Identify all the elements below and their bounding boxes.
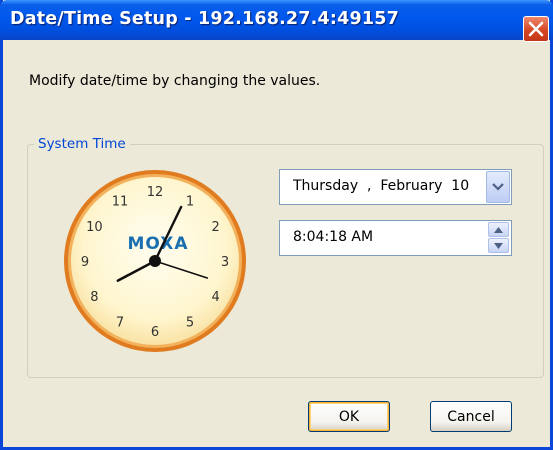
close-icon [528,21,544,37]
chevron-down-icon [492,183,504,191]
date-dropdown-button[interactable] [486,171,510,203]
date-value: Thursday , February 10 [293,178,470,194]
moxa-logo: MOXA [127,234,188,254]
group-label: System Time [34,136,130,152]
clock-number-9: 9 [81,255,89,270]
window-title: Date/Time Setup - 192.168.27.4:49157 [10,9,399,29]
close-button[interactable] [523,16,549,42]
ok-button[interactable]: OK [308,401,390,432]
clock-number-6: 6 [151,325,159,340]
clock-number-10: 10 [86,220,103,235]
spin-up-icon [494,227,503,233]
time-value: 8:04:18 AM [293,229,374,245]
spin-down-icon [494,243,503,249]
time-picker[interactable]: 8:04:18 AM [279,220,512,256]
clock-number-1: 1 [186,194,194,209]
clock-center-hub [149,255,161,267]
clock-number-7: 7 [116,316,124,331]
instruction-text: Modify date/time by changing the values. [29,73,321,89]
date-picker[interactable]: Thursday , February 10 [279,169,512,205]
clock-number-3: 3 [221,255,229,270]
title-bar[interactable]: Date/Time Setup - 192.168.27.4:49157 [0,0,553,40]
clock-number-8: 8 [90,290,98,305]
clock-number-11: 11 [112,194,129,209]
analog-clock: 12 1 2 3 4 5 6 7 8 9 10 11 MOXA [60,166,250,356]
time-spin-down-button[interactable] [488,238,509,253]
clock-number-2: 2 [211,220,219,235]
clock-face: 121234567891011 MOXA [64,170,246,352]
cancel-button[interactable]: Cancel [430,401,512,432]
time-spin-up-button[interactable] [488,222,509,237]
clock-number-5: 5 [186,316,194,331]
clock-number-4: 4 [211,290,219,305]
clock-number-12: 12 [147,185,164,200]
